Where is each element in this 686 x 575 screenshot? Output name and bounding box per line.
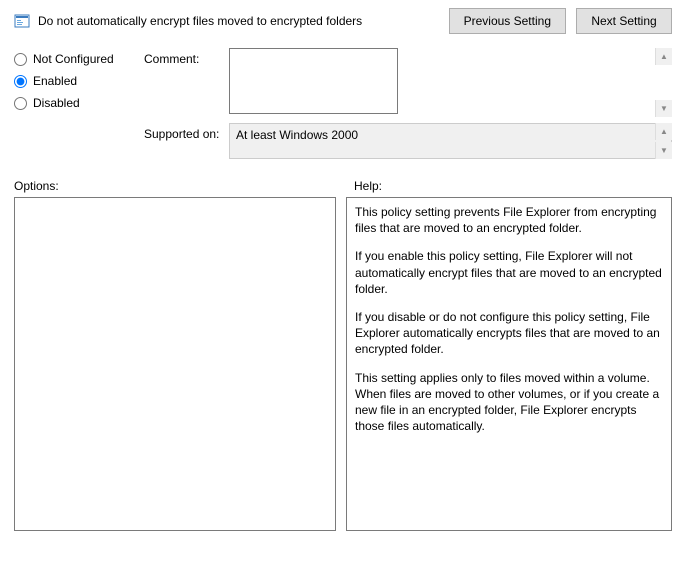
help-paragraph: If you enable this policy setting, File … xyxy=(355,248,663,297)
scroll-up-icon[interactable]: ▲ xyxy=(655,48,672,65)
radio-enabled-input[interactable] xyxy=(14,75,27,88)
radio-not-configured-label: Not Configured xyxy=(33,52,114,66)
radio-enabled[interactable]: Enabled xyxy=(14,74,134,88)
comment-textarea[interactable] xyxy=(229,48,398,114)
help-section-label: Help: xyxy=(354,179,672,193)
policy-title: Do not automatically encrypt files moved… xyxy=(38,14,441,28)
scroll-down-icon[interactable]: ▼ xyxy=(655,142,672,159)
supported-on-value: At least Windows 2000 xyxy=(229,123,672,159)
supported-scrollbar: ▲ ▼ xyxy=(655,123,672,159)
comment-label: Comment: xyxy=(144,48,229,66)
scroll-up-icon[interactable]: ▲ xyxy=(655,123,672,140)
radio-not-configured[interactable]: Not Configured xyxy=(14,52,134,66)
options-section-label: Options: xyxy=(14,179,354,193)
options-pane xyxy=(14,197,336,531)
radio-enabled-label: Enabled xyxy=(33,74,77,88)
policy-icon xyxy=(14,13,30,29)
nav-buttons: Previous Setting Next Setting xyxy=(449,8,672,34)
previous-setting-button[interactable]: Previous Setting xyxy=(449,8,566,34)
header-row: Do not automatically encrypt files moved… xyxy=(14,8,672,34)
help-paragraph: If you disable or do not configure this … xyxy=(355,309,663,358)
radio-disabled-input[interactable] xyxy=(14,97,27,110)
radio-disabled[interactable]: Disabled xyxy=(14,96,134,110)
scroll-down-icon[interactable]: ▼ xyxy=(655,100,672,117)
supported-on-label: Supported on: xyxy=(144,123,229,141)
help-pane: This policy setting prevents File Explor… xyxy=(346,197,672,531)
radio-not-configured-input[interactable] xyxy=(14,53,27,66)
help-paragraph: This policy setting prevents File Explor… xyxy=(355,204,663,236)
help-paragraph: This setting applies only to files moved… xyxy=(355,370,663,435)
state-radio-group: Not Configured Enabled Disabled xyxy=(14,48,134,118)
comment-scrollbar: ▲ ▼ xyxy=(655,48,672,117)
radio-disabled-label: Disabled xyxy=(33,96,80,110)
next-setting-button[interactable]: Next Setting xyxy=(576,8,672,34)
